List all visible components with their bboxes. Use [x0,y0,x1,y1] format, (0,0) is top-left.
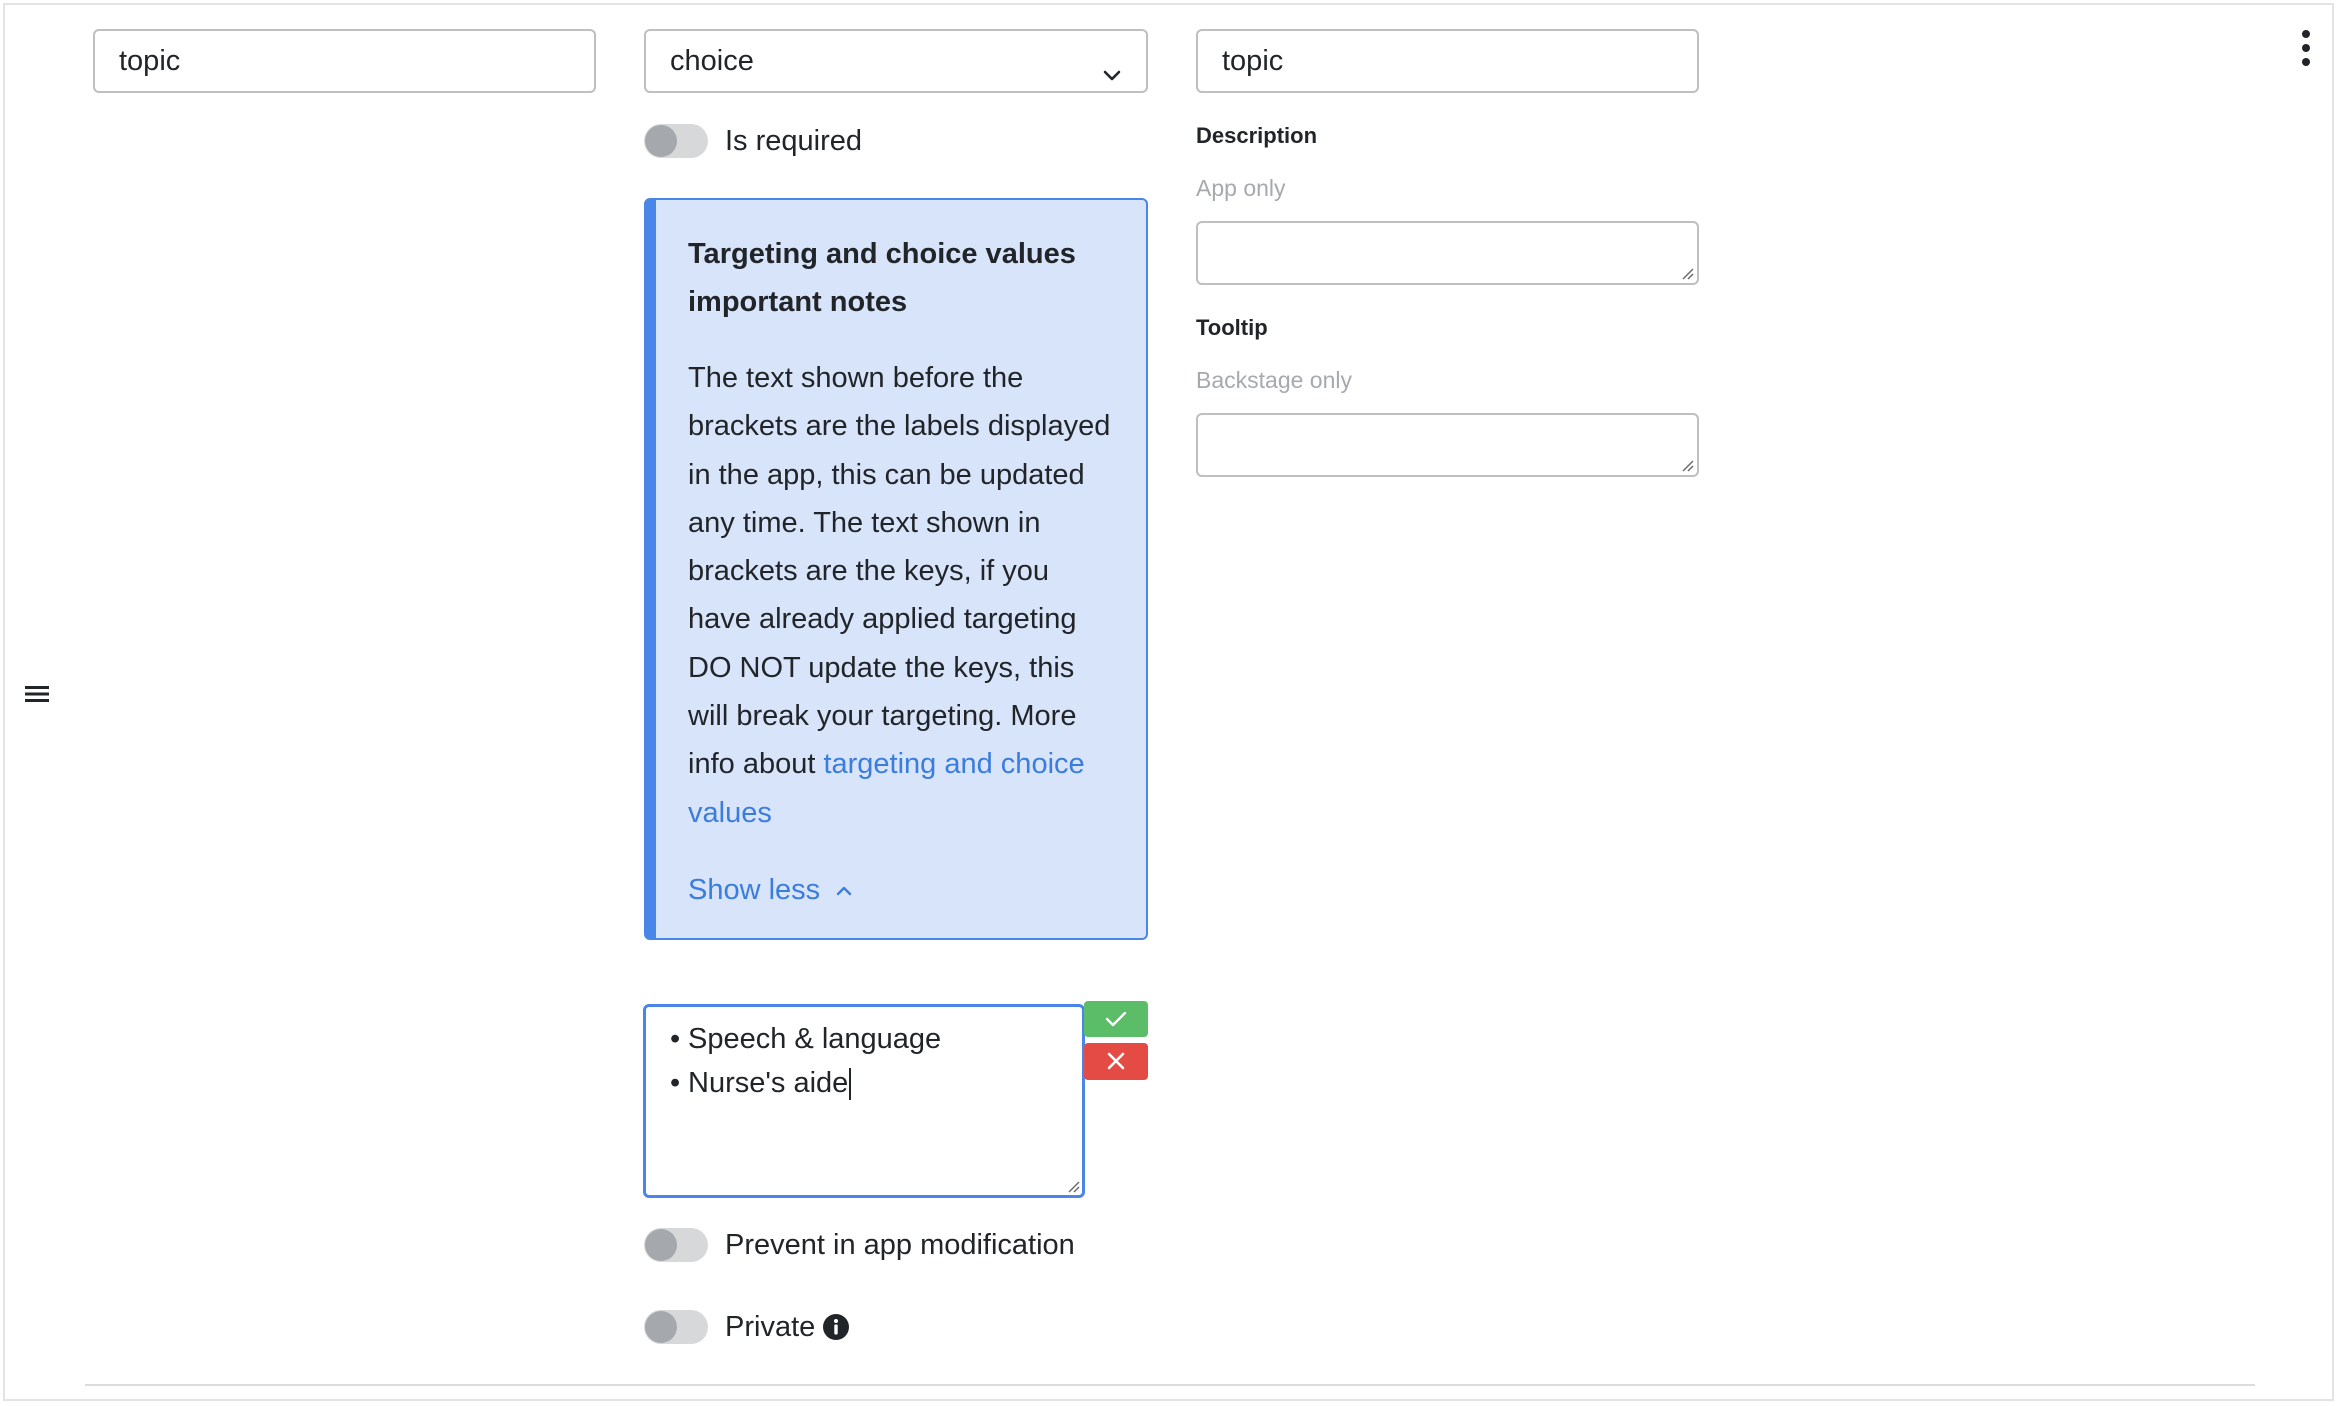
tooltip-label: Tooltip [1196,315,1268,340]
field-card [3,3,2334,1401]
show-less-button[interactable]: Show less [688,870,854,910]
resize-grip-icon[interactable] [1064,1177,1080,1193]
divider [85,1384,2255,1386]
prevent-modification-label: Prevent in app modification [725,1229,1075,1261]
private-label: Private [725,1311,816,1343]
choices-textarea[interactable]: • Speech & language • Nurse's aide [643,1004,1085,1198]
notes-text: The text shown before the brackets are t… [688,362,1111,781]
key-input-value: topic [1222,45,1284,77]
tooltip-hint: Backstage only [1196,367,1352,393]
text-caret [849,1068,852,1101]
chevron-up-icon [836,887,852,896]
prevent-modification-toggle[interactable] [644,1228,708,1262]
show-less-label: Show less [688,874,821,906]
toggle-knob [645,1229,677,1261]
tooltip-textarea[interactable] [1196,413,1699,477]
private-toggle[interactable] [644,1310,708,1344]
label-input[interactable]: topic [93,29,596,93]
description-hint: App only [1196,175,1286,201]
choice-text: Nurse's aide [688,1067,849,1099]
toggle-knob [645,125,677,157]
key-input[interactable]: topic [1196,29,1699,93]
confirm-button[interactable] [1084,1001,1148,1037]
bullet: • [670,1067,681,1099]
close-icon [1107,1052,1125,1070]
important-notes-callout: Targeting and choice values important no… [644,198,1148,940]
bullet: • [670,1023,681,1055]
choice-text: Speech & language [688,1023,942,1055]
description-label: Description [1196,123,1318,148]
toggle-knob [645,1311,677,1343]
type-select[interactable]: choice [644,29,1148,93]
resize-grip-icon[interactable] [1678,456,1694,472]
notes-title: Targeting and choice values important no… [688,238,1076,318]
type-select-value: choice [670,45,754,77]
choice-item: • Nurse's aide [670,1061,1082,1105]
label-input-value: topic [119,45,181,77]
info-icon[interactable] [822,1313,850,1341]
cancel-button[interactable] [1084,1043,1148,1080]
chevron-down-icon [1100,49,1124,81]
choice-item: • Speech & language [670,1017,1082,1061]
check-icon [1105,1011,1127,1027]
is-required-toggle[interactable] [644,124,708,158]
hamburger-icon[interactable] [25,683,49,705]
resize-grip-icon[interactable] [1678,264,1694,280]
is-required-label: Is required [725,125,863,157]
description-textarea[interactable] [1196,221,1699,285]
notes-body: The text shown before the brackets are t… [688,354,1116,837]
kebab-icon[interactable] [2294,30,2318,66]
